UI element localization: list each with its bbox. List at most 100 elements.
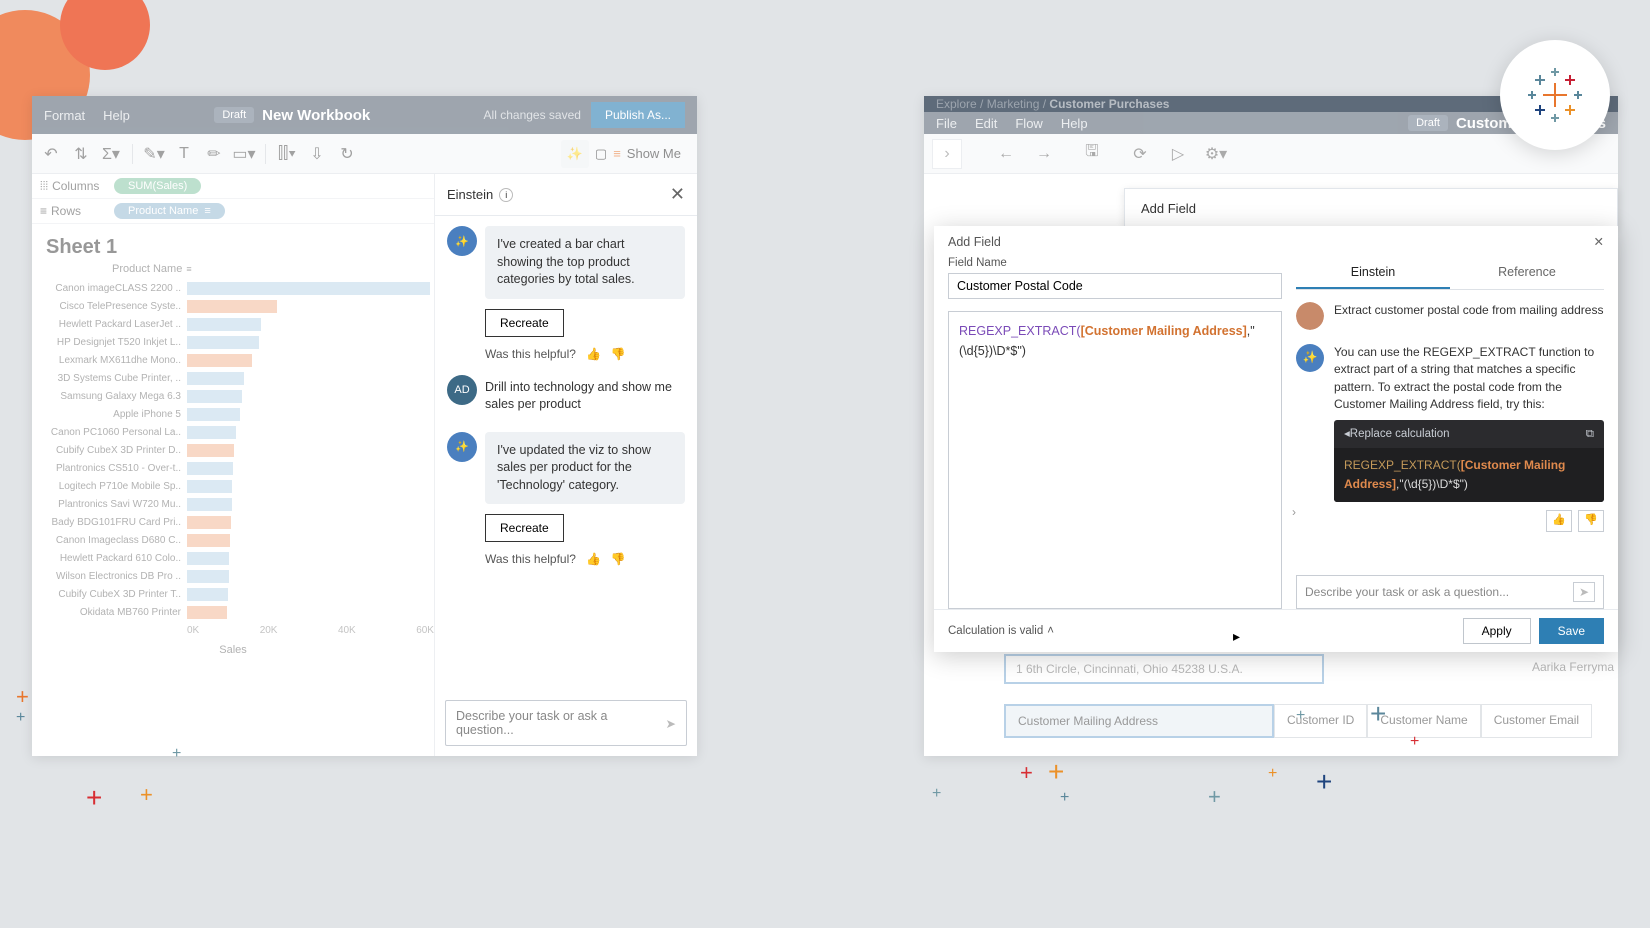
present-icon[interactable]: ▢ [595, 146, 607, 162]
back-icon[interactable]: ← [992, 140, 1020, 168]
col-customer-id[interactable]: Customer ID [1274, 704, 1367, 738]
field-name-input[interactable] [948, 273, 1282, 299]
col-mailing-address[interactable]: Customer Mailing Address [1004, 704, 1274, 738]
bar-row: Bady BDG101FRU Card Pri.. [32, 513, 422, 531]
layout-icon[interactable]: ▭▾ [231, 141, 257, 167]
bar[interactable] [187, 372, 244, 385]
save-icon[interactable]: 🖫 [1078, 140, 1106, 168]
breadcrumb: Explore / Marketing / Customer Purchases [936, 97, 1169, 111]
thumbs-down-icon[interactable]: 👎 [1578, 510, 1604, 532]
pencil-icon[interactable]: ✎▾ [141, 141, 167, 167]
menu-format[interactable]: Format [44, 108, 85, 123]
pen-icon[interactable]: ✏ [201, 141, 227, 167]
worksheet-area: ⦙⦙⦙ Columns SUM(Sales) ≡ Rows Product Na… [32, 174, 435, 756]
bar[interactable] [187, 588, 228, 601]
thumbs-down-icon[interactable]: 👎 [611, 552, 626, 566]
rows-pill[interactable]: Product Name ≡ [114, 203, 225, 219]
bot-avatar: ✨ [447, 226, 477, 256]
menu-edit[interactable]: Edit [975, 116, 997, 131]
thumbs-up-icon[interactable]: 👍 [1546, 510, 1572, 532]
chart-icon[interactable]: ⫿⫿▾ [274, 141, 300, 167]
bar[interactable] [187, 570, 229, 583]
workbook-title: New Workbook [262, 107, 483, 124]
bar[interactable] [187, 552, 229, 565]
refresh-icon[interactable]: ⟳ [1126, 140, 1154, 168]
prep-toolbar: › ← → 🖫 ⟳ ▷ ⚙▾ [924, 134, 1618, 174]
run-icon[interactable]: ▷ [1164, 140, 1192, 168]
replace-calculation-button[interactable]: ◂ Replace calculation ⧉ [1334, 420, 1604, 449]
bar[interactable] [187, 408, 240, 421]
crumb-marketing[interactable]: Marketing [987, 97, 1040, 111]
crumb-current: Customer Purchases [1049, 97, 1169, 111]
apply-button[interactable]: Apply [1463, 618, 1531, 644]
pin-icon[interactable]: ⇩ [304, 141, 330, 167]
tab-einstein[interactable]: Einstein [1296, 257, 1450, 289]
bar-label: Samsung Galaxy Mega 6.3 [32, 391, 187, 402]
column-header: Product Name ≡ [32, 263, 434, 275]
thumbs-up-icon[interactable]: 👍 [586, 552, 601, 566]
bar[interactable] [187, 336, 259, 349]
send-icon[interactable]: ➤ [1573, 582, 1595, 602]
ask-input[interactable]: Describe your task or ask a question... … [1296, 575, 1604, 609]
menu-help[interactable]: Help [1061, 116, 1088, 131]
bar[interactable] [187, 444, 234, 457]
menu-file[interactable]: File [936, 116, 957, 131]
snippet-code: REGEXP_EXTRACT([Customer Mailing Address… [1334, 448, 1604, 502]
bar[interactable] [187, 390, 242, 403]
menu-flow[interactable]: Flow [1015, 116, 1042, 131]
bar[interactable] [187, 516, 231, 529]
text-icon[interactable]: T [171, 141, 197, 167]
menu-help[interactable]: Help [103, 108, 130, 123]
copy-icon[interactable]: ⧉ [1586, 426, 1594, 443]
info-icon[interactable]: i [499, 188, 513, 202]
sidebar-toggle[interactable]: › [932, 139, 962, 169]
sort-icon[interactable]: ⇅ [68, 141, 94, 167]
send-icon[interactable]: ➤ [666, 716, 676, 731]
einstein-icon[interactable]: ✨ [561, 140, 589, 168]
rows-shelf[interactable]: ≡ Rows Product Name ≡ [32, 199, 434, 224]
bar[interactable] [187, 606, 227, 619]
publish-button[interactable]: Publish As... [591, 102, 685, 128]
bar[interactable] [187, 318, 261, 331]
close-icon[interactable]: ✕ [1594, 234, 1604, 249]
showme-icon[interactable]: ≡ [613, 146, 621, 161]
undo-icon[interactable]: ↶ [38, 141, 64, 167]
chat-input[interactable]: Describe your task or ask a question... … [445, 700, 687, 746]
draft-pill: Draft [1408, 115, 1448, 131]
bar-label: Bady BDG101FRU Card Pri.. [32, 517, 187, 528]
bar[interactable] [187, 282, 430, 295]
save-button[interactable]: Save [1539, 618, 1604, 644]
text-cursor-icon: ▸ [1233, 626, 1240, 647]
bar[interactable] [187, 300, 277, 313]
tab-reference[interactable]: Reference [1450, 257, 1604, 289]
axis-tick: 60K [416, 625, 434, 636]
calculation-editor[interactable]: REGEXP_EXTRACT([Customer Mailing Address… [948, 311, 1282, 609]
recreate-button[interactable]: Recreate [485, 514, 564, 542]
user-message: Extract customer postal code from mailin… [1334, 302, 1603, 330]
bar[interactable] [187, 498, 232, 511]
recreate-button[interactable]: Recreate [485, 309, 564, 337]
thumbs-up-icon[interactable]: 👍 [586, 347, 601, 361]
bot-message: I've created a bar chart showing the top… [485, 226, 685, 299]
sum-icon[interactable]: Σ▾ [98, 141, 124, 167]
bar[interactable] [187, 534, 230, 547]
show-me[interactable]: ✨ ▢ ≡ Show Me [561, 140, 691, 168]
rotate-icon[interactable]: ↻ [334, 141, 360, 167]
bar[interactable] [187, 426, 236, 439]
user-message: Drill into technology and show me sales … [485, 375, 685, 418]
settings-icon[interactable]: ⚙▾ [1202, 140, 1230, 168]
columns-label: ⦙⦙⦙ Columns [40, 179, 106, 194]
columns-shelf[interactable]: ⦙⦙⦙ Columns SUM(Sales) [32, 174, 434, 199]
crumb-explore[interactable]: Explore [936, 97, 977, 111]
bar[interactable] [187, 354, 252, 367]
left-workbook-panel: Format Help Draft New Workbook All chang… [32, 96, 697, 756]
close-icon[interactable]: ✕ [670, 184, 685, 205]
forward-icon[interactable]: → [1030, 140, 1058, 168]
bar-row: HP Designjet T520 Inkjet L.. [32, 333, 422, 351]
thumbs-down-icon[interactable]: 👎 [611, 347, 626, 361]
bar[interactable] [187, 480, 232, 493]
columns-pill[interactable]: SUM(Sales) [114, 178, 201, 194]
chevron-right-icon[interactable]: › [1292, 505, 1296, 519]
bar[interactable] [187, 462, 233, 475]
col-customer-email[interactable]: Customer Email [1481, 704, 1592, 738]
